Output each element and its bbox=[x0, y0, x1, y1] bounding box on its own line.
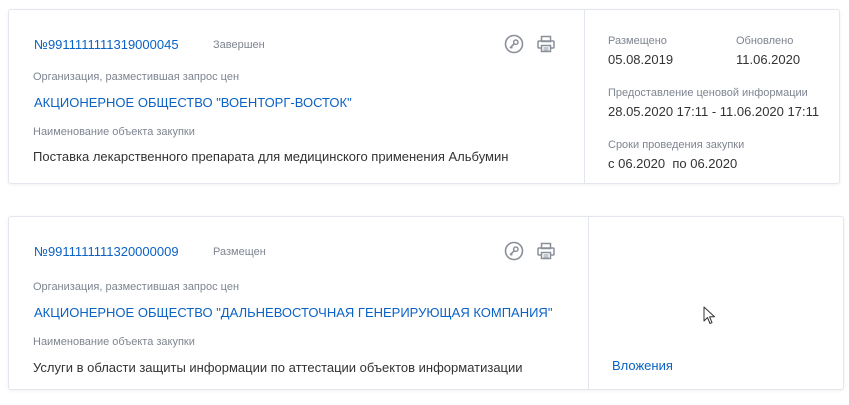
procurement-card: №9911111111320000009 Размещен Организаци… bbox=[8, 216, 844, 390]
object-label: Наименование объекта закупки bbox=[33, 336, 195, 348]
object-name: Услуги в области защиты информации по ат… bbox=[33, 360, 523, 375]
org-label: Организация, разместившая запрос цен bbox=[33, 71, 240, 83]
procurement-number-link[interactable]: №9911111111319000045 bbox=[34, 37, 179, 52]
price-info-label: Предоставление ценовой информации bbox=[608, 87, 808, 99]
price-info-value: 28.05.2020 17:11 - 11.06.2020 17:11 bbox=[608, 104, 820, 119]
card-main: №9911111111319000045 Завершен Организаци… bbox=[9, 10, 584, 183]
status-badge: Завершен bbox=[213, 39, 265, 51]
card-main: №9911111111320000009 Размещен Организаци… bbox=[9, 217, 588, 389]
period-label: Сроки проведения закупки bbox=[608, 139, 745, 151]
org-name-link[interactable]: АКЦИОНЕРНОЕ ОБЩЕСТВО "ДАЛЬНЕВОСТОЧНАЯ ГЕ… bbox=[34, 305, 552, 320]
card-actions bbox=[503, 33, 557, 55]
printer-icon[interactable] bbox=[535, 240, 557, 262]
printer-icon[interactable] bbox=[535, 33, 557, 55]
posted-label: Размещено bbox=[608, 35, 667, 47]
card-side-info: Размещено 05.08.2019 Обновлено 11.06.202… bbox=[584, 10, 839, 183]
org-name-link[interactable]: АКЦИОНЕРНОЕ ОБЩЕСТВО "ВОЕНТОРГ-ВОСТОК" bbox=[34, 95, 352, 110]
posted-value: 05.08.2019 bbox=[608, 52, 674, 67]
card-side-info: Вложения bbox=[588, 217, 843, 389]
key-icon[interactable] bbox=[503, 240, 525, 262]
attachments-link[interactable]: Вложения bbox=[612, 358, 673, 373]
procurement-number-link[interactable]: №9911111111320000009 bbox=[34, 244, 179, 259]
object-label: Наименование объекта закупки bbox=[33, 126, 195, 138]
object-name: Поставка лекарственного препарата для ме… bbox=[33, 149, 509, 164]
key-icon[interactable] bbox=[503, 33, 525, 55]
card-actions bbox=[503, 240, 557, 262]
status-badge: Размещен bbox=[213, 246, 266, 258]
updated-label: Обновлено bbox=[736, 35, 794, 47]
period-value: с 06.2020 по 06.2020 bbox=[608, 156, 738, 171]
org-label: Организация, разместившая запрос цен bbox=[33, 281, 240, 293]
mouse-cursor-icon bbox=[703, 306, 715, 324]
procurement-card: №9911111111319000045 Завершен Организаци… bbox=[8, 9, 840, 184]
updated-value: 11.06.2020 bbox=[736, 52, 801, 67]
